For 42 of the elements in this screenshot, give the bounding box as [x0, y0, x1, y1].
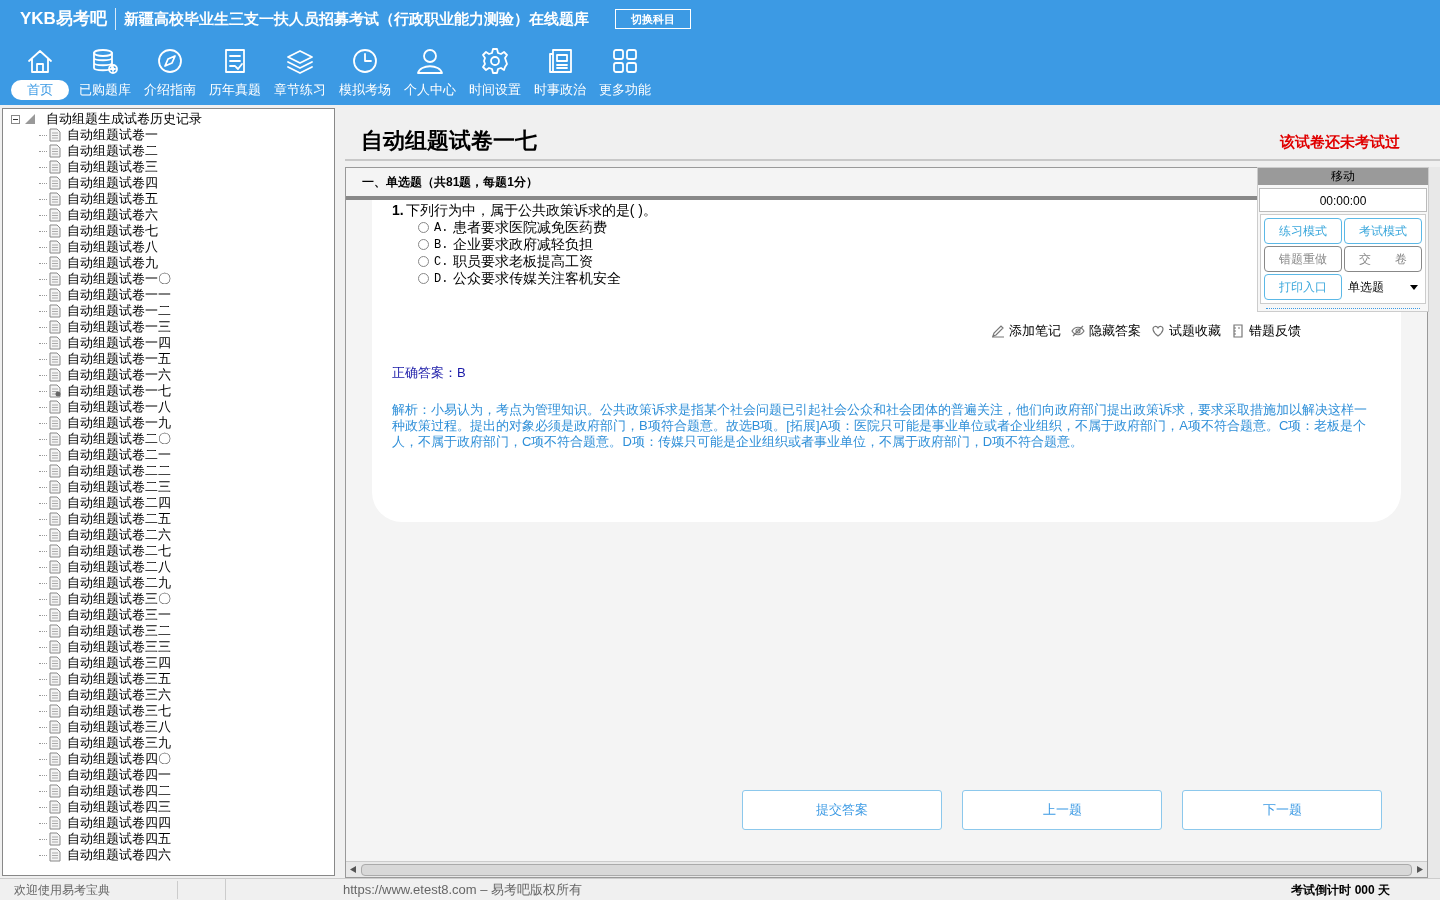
- collapse-toggle-icon[interactable]: [11, 114, 20, 124]
- question-number: 1.: [392, 202, 404, 219]
- settings-icon: [479, 46, 510, 76]
- correct-answer: 正确答案：B: [392, 363, 467, 382]
- copyright-text: https://www.etest8.com – 易考吧版权所有: [342, 880, 583, 899]
- exam-status: 该试卷还未考试过: [1280, 131, 1400, 152]
- countdown-text: 考试倒计时 000 天: [1291, 881, 1390, 899]
- vertical-scrollbar[interactable]: [1428, 167, 1440, 878]
- action-link[interactable]: 添加笔记: [991, 321, 1061, 341]
- action-link[interactable]: 错题反馈: [1231, 321, 1301, 341]
- user-icon: [414, 46, 445, 76]
- timer-display: 00:00:00: [1259, 188, 1427, 212]
- app-logo: YKB易考吧: [20, 8, 107, 31]
- caret-icon: [1410, 284, 1418, 290]
- pencil-icon: [991, 323, 1005, 338]
- action-link[interactable]: 试题收藏: [1151, 321, 1221, 341]
- paper-title: 自动组题试卷一七: [360, 127, 537, 155]
- notebook-icon: [1231, 323, 1245, 338]
- drag-handle[interactable]: 移动: [1258, 168, 1428, 185]
- option-letter: A.: [434, 219, 449, 237]
- radio-button[interactable]: [418, 239, 429, 250]
- scroll-left-arrow-icon[interactable]: [350, 866, 357, 873]
- radio-button[interactable]: [418, 256, 429, 267]
- option-text: 职员要求老板提高工资: [453, 252, 594, 271]
- option-text: 公众要求传媒关注客机安全: [453, 269, 622, 288]
- option-letter: D.: [434, 270, 449, 288]
- horizontal-scrollbar[interactable]: [361, 863, 1412, 876]
- option-letter: B.: [434, 236, 449, 254]
- app-title: 新疆高校毕业生三支一扶人员招募考试（行政职业能力测验）在线题库: [123, 8, 589, 29]
- question-text: 下列行为中，属于公共政策诉求的是( )。: [405, 202, 657, 219]
- section-heading: 一、单选题（共81题，每题1分）: [362, 174, 539, 191]
- scroll-right-arrow-icon[interactable]: [1416, 866, 1423, 873]
- option-letter: C.: [434, 253, 449, 271]
- radio-button[interactable]: [418, 273, 429, 284]
- option-text: 患者要求医院减免医药费: [453, 218, 608, 237]
- action-link[interactable]: 隐藏答案: [1071, 321, 1141, 341]
- radio-button[interactable]: [418, 222, 429, 233]
- option-text: 企业要求政府减轻负担: [453, 235, 594, 254]
- explanation-text: 解析：小易认为，考点为管理知识。公共政策诉求是指某个社会问题已引起社会公众和社会团体的普遍关注，他们向政府部门提出政策诉求，要求采取措施加以解决这样一种政策过程。提出的对象必须是政府部门，B项符合题意。故选B项。[拓展]A项：医院只可能是事业单位或者企业组织，不属于政府部门，A项不符合题意。C项：老板是个人，不属于政府部门，C项不符合题意。D项：传媒只可能是企业组织或者事业单位，不属于政府部门，D项不符合题意。: [392, 402, 1367, 450]
- eye-icon: [1071, 323, 1085, 338]
- heart-icon: [1151, 323, 1165, 338]
- welcome-text: 欢迎使用易考宝典: [0, 880, 178, 899]
